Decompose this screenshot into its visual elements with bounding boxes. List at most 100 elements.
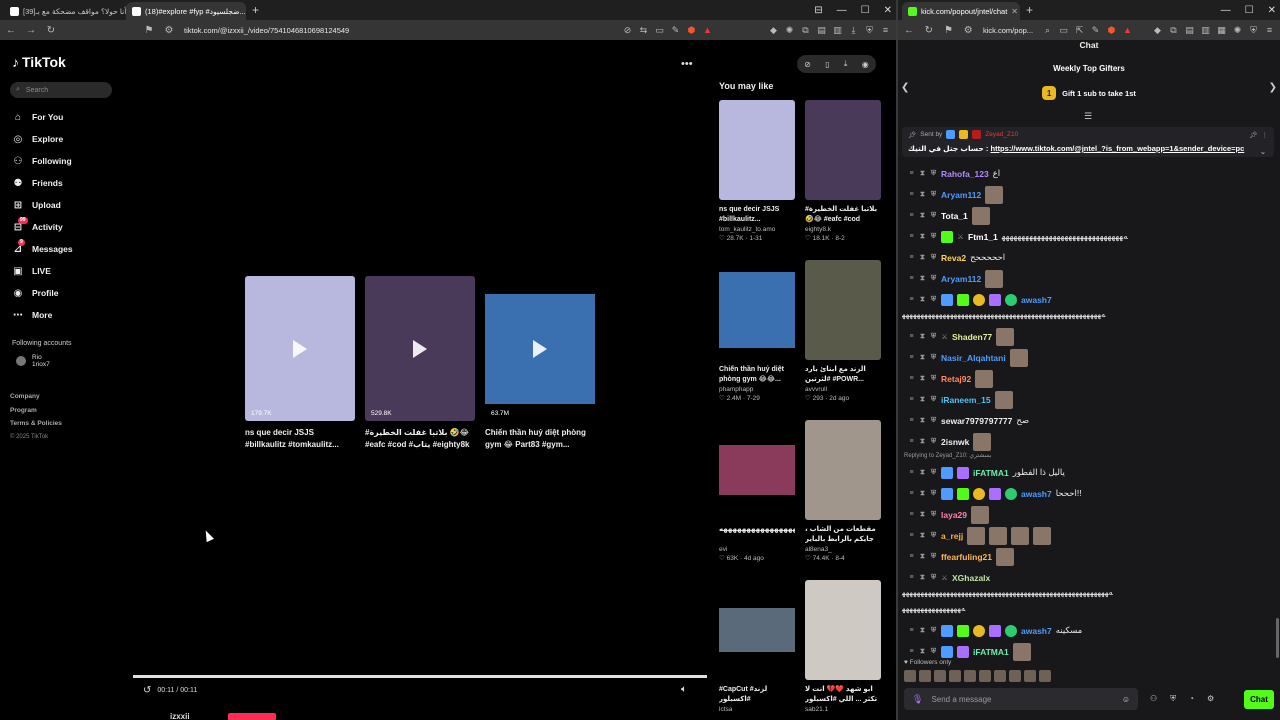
pinned-sender[interactable]: Zeyad_Z10 [985, 131, 1018, 138]
tab-search-icon[interactable]: ⊟ [814, 5, 822, 16]
new-tab-button[interactable]: + [246, 3, 265, 17]
filter-icon[interactable]: ☰ [1084, 111, 1092, 122]
miniplayer-icon[interactable]: ▯ [825, 60, 829, 69]
extensions-icon[interactable]: ⧉ [801, 25, 810, 36]
footer-company-link[interactable]: Company [10, 390, 62, 404]
suggested-video[interactable]: ns que decir JSJS #billkaulitz... tom_ka… [719, 100, 795, 242]
tab-tiktok[interactable]: (18)#explore #fyp #ضجلسيود... ✕ [126, 2, 246, 20]
chat-username[interactable]: Ftm1_1 [968, 232, 998, 242]
chat-message[interactable]: ≡ ⧗ ⛨ ⚔ XGhazalx [908, 567, 1274, 588]
cast-icon[interactable]: ▭ [655, 25, 664, 36]
brave-shield-icon[interactable]: ⬢ [1107, 25, 1116, 36]
chat-message[interactable]: ≡ ⧗ ⛨ iFATMA1 ياليل ذا الفطور [908, 462, 1274, 483]
close-window-icon[interactable]: ✕ [1268, 5, 1276, 16]
nav-more[interactable]: ⋯ More [12, 304, 122, 326]
chat-send-button[interactable]: Chat [1244, 690, 1274, 709]
chat-message[interactable]: ≡ ⧗ ⛨ iFATMA1 [908, 641, 1274, 662]
following-account[interactable]: Rio 1riox7 [16, 354, 50, 368]
emote-icon[interactable] [919, 670, 931, 682]
nav-upload[interactable]: ⊞ Upload [12, 194, 122, 216]
nav-following[interactable]: ⚇ Following [12, 150, 122, 172]
minimize-icon[interactable]: — [1221, 5, 1231, 16]
back-icon[interactable]: ← [904, 25, 914, 36]
chat-username[interactable]: awash7 [1021, 295, 1052, 305]
back-icon[interactable]: ← [6, 25, 16, 36]
chat-username[interactable]: awash7 [1021, 626, 1052, 636]
follow-button[interactable] [228, 713, 276, 720]
chat-username[interactable]: Rahofa_123 [941, 169, 989, 179]
bookmark-icon[interactable]: ⚑ [944, 25, 954, 36]
maximize-icon[interactable]: ☐ [1245, 5, 1254, 16]
settings-icon[interactable]: ✺ [785, 25, 794, 36]
chat-users-icon[interactable]: ⚇ [1150, 694, 1157, 704]
chat-message[interactable]: ≡ ⧗ ⛨ awash7 [908, 289, 1274, 310]
suggested-video[interactable]: Chiến thần huỷ diệt phòng gym 😂😂... pham… [719, 260, 795, 402]
chat-message[interactable]: ≡ ⧗ ⛨ 2isnwk [908, 431, 1274, 452]
speed-icon[interactable]: ⊘ [804, 60, 811, 69]
suggested-video[interactable]: ابو شهد ❤️💔 انت لا تكثر ... اللي #اكسبلو… [805, 580, 881, 713]
chat-message[interactable]: ≡ ⧗ ⛨ a_rejj [908, 525, 1274, 546]
emote-icon[interactable] [994, 670, 1006, 682]
chevron-down-icon[interactable]: ⌄ [1260, 147, 1266, 156]
downloads-icon[interactable]: ⤓ [849, 25, 858, 36]
search-input[interactable]: ⌕ Search [10, 82, 112, 98]
gear-icon[interactable]: ⚙ [1207, 694, 1214, 704]
emote-icon[interactable] [934, 670, 946, 682]
auto-scroll-icon[interactable]: ◉ [862, 60, 869, 69]
tabs-icon[interactable]: ▦ [1217, 25, 1226, 36]
minimize-icon[interactable]: — [837, 5, 847, 16]
leo-icon[interactable]: ◆ [1153, 25, 1162, 36]
suggested-video[interactable]: مقطعات من الشاب ، جايكم بالرابط بالباير … [805, 420, 881, 562]
chat-message[interactable]: ≡ ⧗ ⛨ sewar7979797777 صح [908, 410, 1274, 431]
more-options-icon[interactable]: ••• [681, 58, 693, 70]
chat-bubble-icon[interactable]: ◔ [1189, 694, 1194, 704]
pinned-link[interactable]: https://www.tiktok.com/@jntel_?is_from_w… [990, 144, 1244, 153]
share-icon[interactable]: ⇱ [1075, 25, 1084, 36]
emote-icon[interactable] [904, 670, 916, 682]
brave-shield-icon[interactable]: ⬢ [687, 25, 696, 36]
chat-message[interactable]: ≡ ⧗ ⛨ ⚔ Shaden77 [908, 326, 1274, 347]
volume-icon[interactable]: 🔈︎ [681, 684, 687, 695]
url-field[interactable]: kick.com/pop... [983, 26, 1033, 35]
chat-username[interactable]: awash7 [1021, 489, 1052, 499]
related-video-card[interactable]: 179.7K ns que decir JSJS #billkaulitz #t… [245, 276, 355, 451]
footer-program-link[interactable]: Program [10, 404, 62, 418]
brave-rewards-icon[interactable]: ▲ [703, 25, 712, 36]
leo-icon[interactable]: ◆ [769, 25, 778, 36]
cast-icon[interactable]: ▭ [1059, 25, 1068, 36]
emote-icon[interactable] [964, 670, 976, 682]
edit-icon[interactable]: ✎ [671, 25, 680, 36]
chat-scrollbar[interactable] [1276, 618, 1279, 658]
nav-activity[interactable]: ⊟ 99 Activity [12, 216, 122, 238]
nav-profile[interactable]: ◉ Profile [12, 282, 122, 304]
chat-username[interactable]: a_rejj [941, 531, 963, 541]
emote-icon[interactable] [1009, 670, 1021, 682]
close-tab-icon[interactable]: ✕ [1011, 7, 1018, 16]
menu-icon[interactable]: ≡ [881, 25, 890, 36]
reload-icon[interactable]: ↻ [46, 25, 56, 36]
chat-username[interactable]: iRaneem_15 [941, 395, 991, 405]
suggested-video[interactable]: #CapCut #لزند #اكسبلور #التحدي_السوداني_… [719, 580, 795, 713]
edit-icon[interactable]: ✎ [1091, 25, 1100, 36]
sidebar-icon[interactable]: ▥ [1201, 25, 1210, 36]
nav-messages[interactable]: ⊿ 9 Messages [12, 238, 122, 260]
tab-youtube[interactable]: [39]البش أنا حولا؟ مواقف مضحكة مع بـ... [4, 2, 126, 20]
chat-username[interactable]: Aryam112 [941, 190, 981, 200]
chat-username[interactable]: Retaj92 [941, 374, 971, 384]
video-progress-bar[interactable] [133, 675, 707, 678]
chat-message[interactable]: ≡ ⧗ ⛨ awash7 مسكينه [908, 620, 1274, 641]
chat-message[interactable]: ≡ ⧗ ⛨ laya29 [908, 504, 1274, 525]
microphone-icon[interactable]: 🎙︎ [912, 694, 923, 705]
chat-message[interactable]: ≡ ⧗ ⛨ ffearfuling21 [908, 546, 1274, 567]
wallet-icon[interactable]: ▤ [817, 25, 826, 36]
chat-username[interactable]: iFATMA1 [973, 647, 1009, 657]
emote-icon[interactable] [1039, 670, 1051, 682]
emote-icon[interactable] [1024, 670, 1036, 682]
no-camera-icon[interactable]: ⊘ [623, 25, 632, 36]
chat-message[interactable]: ≡ ⧗ ⛨ Retaj92 [908, 368, 1274, 389]
site-info-icon[interactable]: ⚙ [963, 25, 973, 36]
chat-username[interactable]: XGhazalx [952, 573, 990, 583]
shield-icon[interactable]: ⛨ [1170, 694, 1176, 704]
chat-message[interactable]: ≡ ⧗ ⛨ Rahofa_123 اع [908, 163, 1274, 184]
tab-kick-chat[interactable]: kick.com/popout/jntel/chat ✕ [902, 2, 1020, 20]
